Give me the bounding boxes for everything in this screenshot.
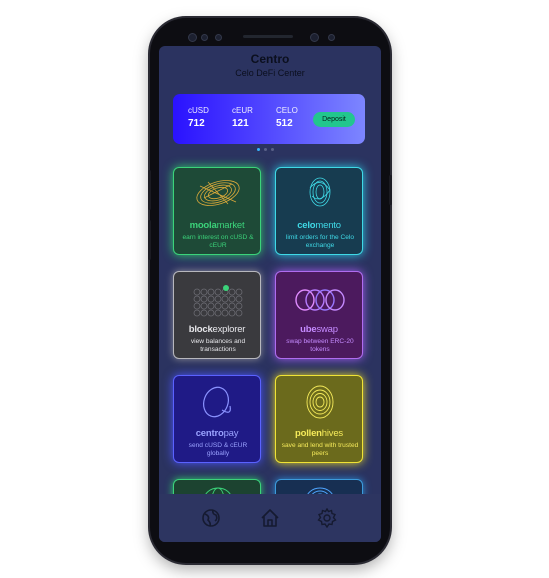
tile-title-rest: pay <box>223 428 239 439</box>
tile-title-bold: moola <box>189 220 217 231</box>
tile-title-bold: ube <box>300 324 317 335</box>
phone-side-button <box>148 170 151 210</box>
bottom-nav <box>159 494 381 542</box>
tile-blockexplorer[interactable]: blockexplorer view balances and transact… <box>173 271 261 359</box>
pollen-hive-icon <box>306 385 334 419</box>
carousel-dot[interactable] <box>271 148 274 151</box>
carousel-dot[interactable] <box>264 148 267 151</box>
currency-label: cEUR <box>232 106 253 115</box>
tile-title-rest: mento <box>315 220 341 231</box>
tile-title: pollenhives <box>276 428 362 439</box>
currency-amount: 512 <box>276 118 293 129</box>
tile-title-bold: celo <box>297 220 316 231</box>
tile-title-rest: market <box>216 220 245 231</box>
balance-celo: CELO 512 <box>276 106 298 129</box>
tile-title: centropay <box>174 428 260 439</box>
tile-ubeswap[interactable]: ubeswap swap between ERC-20 tokens <box>275 271 363 359</box>
balance-cusd: cUSD 712 <box>188 106 209 129</box>
tile-moolamarket[interactable]: moolamarket earn interest on cUSD & cEUR <box>173 167 261 255</box>
tile-title-bold: pollen <box>295 428 322 439</box>
settings-icon[interactable] <box>317 508 337 528</box>
currency-label: CELO <box>276 106 298 115</box>
globe-icon[interactable] <box>201 508 221 528</box>
tile-centropay[interactable]: centropay send cUSD & cEUR globally <box>173 375 261 463</box>
currency-amount: 121 <box>232 118 249 129</box>
carousel-dot[interactable] <box>257 148 260 151</box>
tile-title-rest: swap <box>316 324 338 335</box>
mento-logo-icon <box>309 177 331 207</box>
tile-title: ubeswap <box>276 324 362 335</box>
tile-description: limit orders for the Celo exchange <box>285 234 355 249</box>
app-subtitle: Celo DeFi Center <box>235 68 305 78</box>
tile-title-bold: centro <box>195 428 224 439</box>
balance-ceur: cEUR 121 <box>232 106 253 129</box>
tile-title: blockexplorer <box>174 324 260 335</box>
currency-amount: 712 <box>188 118 205 129</box>
home-icon[interactable] <box>260 508 280 528</box>
tile-celomento[interactable]: celomento limit orders for the Celo exch… <box>275 167 363 255</box>
tile-title-rest: explorer <box>212 324 246 335</box>
tile-description: save and lend with trusted peers <box>281 442 359 457</box>
block-grid-icon <box>193 285 243 317</box>
tile-title: celomento <box>276 220 362 231</box>
tile-title-rest: hives <box>321 428 343 439</box>
tile-title-bold: block <box>188 324 213 335</box>
tile-title: moolamarket <box>174 220 260 231</box>
phone-side-button <box>148 220 151 260</box>
tile-description: earn interest on cUSD & cEUR <box>182 234 254 249</box>
tile-pollenhives[interactable]: pollenhives save and lend with trusted p… <box>275 375 363 463</box>
currency-label: cUSD <box>188 106 209 115</box>
app-screen: Centro Celo DeFi Center cUSD 712 cEUR 12… <box>159 46 381 542</box>
tile-description: swap between ERC-20 tokens <box>286 338 354 353</box>
deposit-button[interactable]: Deposit <box>313 112 355 127</box>
tile-description: send cUSD & cEUR globally <box>188 442 248 457</box>
ube-rings-icon <box>295 289 345 311</box>
tile-description: view balances and transactions <box>190 338 246 353</box>
balance-card[interactable]: cUSD 712 cEUR 121 CELO 512 Deposit <box>173 94 365 144</box>
app-title: Centro <box>250 52 290 66</box>
phone-sensor-bar <box>183 30 363 44</box>
centropay-logo-icon <box>203 386 231 418</box>
phone-power-button <box>389 175 392 205</box>
moola-logo-icon <box>196 180 240 206</box>
